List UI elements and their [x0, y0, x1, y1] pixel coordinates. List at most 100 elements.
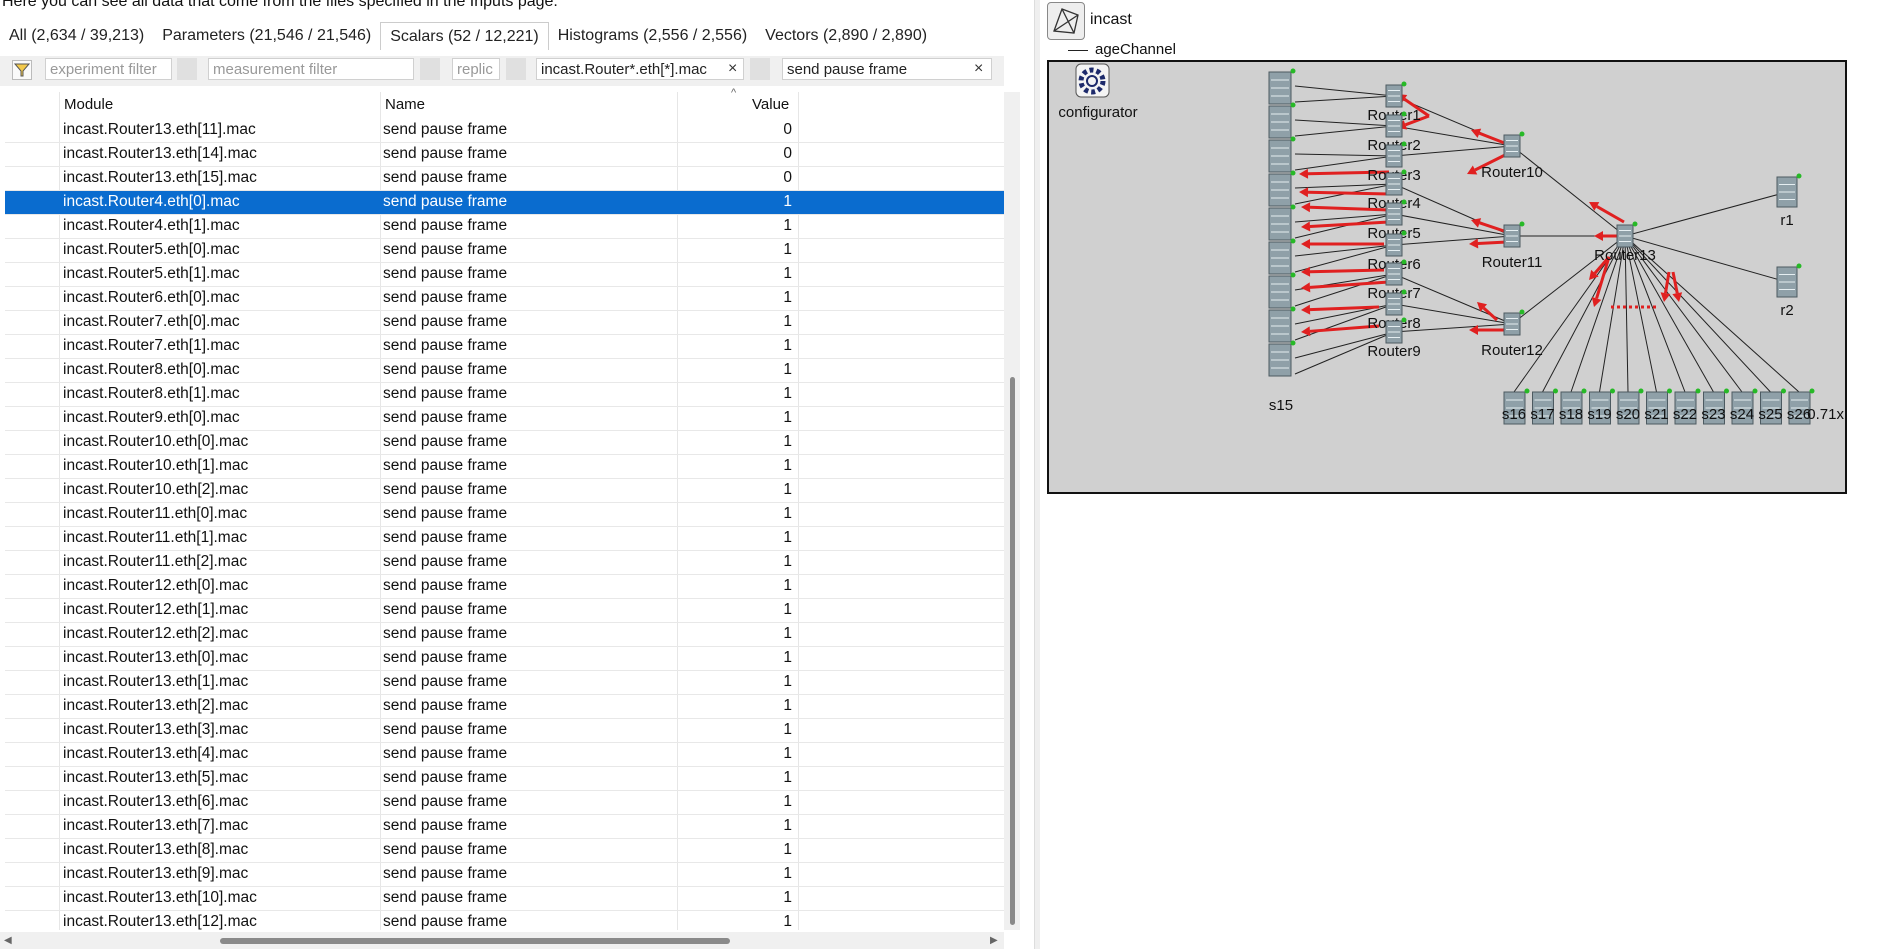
server-stack-unit[interactable]	[1268, 136, 1296, 173]
table-row[interactable]: incast.Router8.eth[0].mac send pause fram…	[5, 359, 1004, 383]
tab-histograms[interactable]: Histograms (2,556 / 2,556)	[549, 22, 756, 49]
cell-value: 0	[783, 169, 792, 186]
table-row[interactable]: incast.Router5.eth[0].mac send pause fram…	[5, 239, 1004, 263]
experiment-filter-input[interactable]: experiment filter	[45, 58, 172, 80]
cell-value: 1	[783, 889, 792, 906]
vertical-scrollbar[interactable]	[1004, 92, 1020, 930]
column-header-module[interactable]: Module	[64, 96, 113, 113]
network-icon[interactable]	[1047, 2, 1085, 40]
table-row[interactable]: incast.Router11.eth[1].mac send pause fra…	[5, 527, 1004, 551]
server-stack-unit[interactable]	[1268, 272, 1296, 309]
tab-all[interactable]: All (2,634 / 39,213)	[0, 22, 153, 49]
router-13[interactable]	[1616, 221, 1638, 248]
cell-value: 1	[783, 505, 792, 522]
table-row[interactable]: incast.Router13.eth[8].mac send pause fra…	[5, 839, 1004, 863]
router-3[interactable]	[1385, 141, 1407, 168]
table-row[interactable]: incast.Router13.eth[1].mac send pause fra…	[5, 671, 1004, 695]
filter-icon[interactable]	[12, 60, 32, 80]
router-12[interactable]	[1503, 309, 1525, 336]
table-row[interactable]: incast.Router12.eth[0].mac send pause fra…	[5, 575, 1004, 599]
cell-value: 1	[783, 289, 792, 306]
server-stack-unit[interactable]	[1268, 68, 1296, 105]
router-5[interactable]	[1385, 199, 1407, 226]
table-row[interactable]: incast.Router7.eth[0].mac send pause fram…	[5, 311, 1004, 335]
table-row[interactable]: incast.Router11.eth[2].mac send pause fra…	[5, 551, 1004, 575]
table-row[interactable]: incast.Router13.eth[5].mac send pause fra…	[5, 767, 1004, 791]
table-row[interactable]: incast.Router9.eth[0].mac send pause fram…	[5, 407, 1004, 431]
table-row[interactable]: incast.Router10.eth[2].mac send pause fra…	[5, 479, 1004, 503]
server-stack-unit[interactable]	[1268, 340, 1296, 377]
cell-value: 1	[783, 817, 792, 834]
link	[1294, 125, 1395, 137]
table-row[interactable]: incast.Router13.eth[15].mac send pause fr…	[5, 167, 1004, 191]
measurement-filter-input[interactable]: measurement filter	[208, 58, 414, 80]
scroll-left-icon[interactable]: ◀	[4, 935, 12, 946]
server-stack-unit[interactable]	[1268, 238, 1296, 275]
link	[1294, 153, 1395, 157]
receiver-2[interactable]	[1776, 263, 1802, 298]
table-row[interactable]: incast.Router11.eth[0].mac send pause fra…	[5, 503, 1004, 527]
server-stack-unit[interactable]	[1268, 306, 1296, 343]
table-row[interactable]: incast.Router4.eth[0].mac send pause fram…	[5, 191, 1004, 215]
table-row[interactable]: incast.Router12.eth[1].mac send pause fra…	[5, 599, 1004, 623]
clear-name-filter-icon[interactable]: ×	[974, 58, 983, 80]
pause-frame-arrowhead	[1301, 239, 1310, 249]
table-row[interactable]: incast.Router13.eth[7].mac send pause fra…	[5, 815, 1004, 839]
table-row[interactable]: incast.Router13.eth[10].mac send pause fr…	[5, 887, 1004, 911]
router-8[interactable]	[1385, 289, 1407, 316]
table-row[interactable]: incast.Router10.eth[1].mac send pause fra…	[5, 455, 1004, 479]
pause-frame-arrowhead	[1299, 168, 1309, 179]
scroll-right-icon[interactable]: ▶	[990, 935, 998, 946]
server-stack-unit[interactable]	[1268, 102, 1296, 139]
server-stack-unit[interactable]	[1268, 170, 1296, 207]
router-label: Router13	[1594, 247, 1656, 264]
module-filter-input[interactable]: incast.Router*.eth[*].mac	[536, 58, 744, 80]
cell-name: send pause frame	[383, 769, 508, 786]
horizontal-scrollbar-thumb[interactable]	[220, 938, 730, 944]
router-6[interactable]	[1385, 230, 1407, 257]
table-row[interactable]: incast.Router4.eth[1].mac send pause fram…	[5, 215, 1004, 239]
cell-module: incast.Router13.eth[9].mac	[63, 865, 249, 882]
cell-module: incast.Router10.eth[2].mac	[63, 481, 249, 498]
table-row[interactable]: incast.Router13.eth[3].mac send pause fra…	[5, 719, 1004, 743]
network-canvas[interactable]: configurators15Router1Router2Router3Rout…	[1047, 60, 1847, 494]
table-row[interactable]: incast.Router5.eth[1].mac send pause fram…	[5, 263, 1004, 287]
table-row[interactable]: incast.Router13.eth[14].mac send pause fr…	[5, 143, 1004, 167]
network-name: incast	[1090, 11, 1132, 28]
pause-frame-arrowhead	[1299, 187, 1309, 198]
horizontal-scrollbar[interactable]: ◀ ▶	[0, 932, 1004, 949]
receiver-1[interactable]	[1776, 173, 1802, 208]
tab-vectors[interactable]: Vectors (2,890 / 2,890)	[756, 22, 936, 49]
channel-type-label: ageChannel	[1095, 41, 1176, 58]
server-stack-unit[interactable]	[1268, 204, 1296, 241]
column-header-value[interactable]: Value	[752, 96, 789, 113]
table-row[interactable]: incast.Router6.eth[0].mac send pause fram…	[5, 287, 1004, 311]
cell-value: 1	[783, 385, 792, 402]
table-row[interactable]: incast.Router10.eth[0].mac send pause fra…	[5, 431, 1004, 455]
column-header-name[interactable]: Name	[385, 96, 425, 113]
router-11[interactable]	[1503, 221, 1525, 248]
table-header: Module Name ^ Value	[0, 87, 1004, 118]
table-row[interactable]: incast.Router13.eth[6].mac send pause fra…	[5, 791, 1004, 815]
table-row[interactable]: incast.Router13.eth[9].mac send pause fra…	[5, 863, 1004, 887]
tab-scalars[interactable]: Scalars (52 / 12,221)	[380, 21, 549, 50]
cell-name: send pause frame	[383, 337, 508, 354]
cell-module: incast.Router10.eth[0].mac	[63, 433, 249, 450]
table-row[interactable]: incast.Router12.eth[2].mac send pause fra…	[5, 623, 1004, 647]
cell-name: send pause frame	[383, 817, 508, 834]
table-row[interactable]: incast.Router8.eth[1].mac send pause fram…	[5, 383, 1004, 407]
table-row[interactable]: incast.Router7.eth[1].mac send pause fram…	[5, 335, 1004, 359]
tab-parameters[interactable]: Parameters (21,546 / 21,546)	[153, 22, 380, 49]
clear-module-filter-icon[interactable]: ×	[728, 58, 737, 80]
table-row[interactable]: incast.Router13.eth[11].mac send pause fr…	[5, 119, 1004, 143]
cell-value: 1	[783, 193, 792, 210]
table-row[interactable]: incast.Router13.eth[4].mac send pause fra…	[5, 743, 1004, 767]
replication-filter-input[interactable]: replic	[452, 58, 500, 80]
table-row[interactable]: incast.Router13.eth[2].mac send pause fra…	[5, 695, 1004, 719]
router-1[interactable]	[1385, 81, 1407, 108]
table-row[interactable]: incast.Router13.eth[0].mac send pause fra…	[5, 647, 1004, 671]
cell-module: incast.Router13.eth[2].mac	[63, 697, 249, 714]
vertical-scrollbar-thumb[interactable]	[1010, 377, 1015, 925]
cell-name: send pause frame	[383, 313, 508, 330]
name-filter-input[interactable]: send pause frame	[782, 58, 992, 80]
